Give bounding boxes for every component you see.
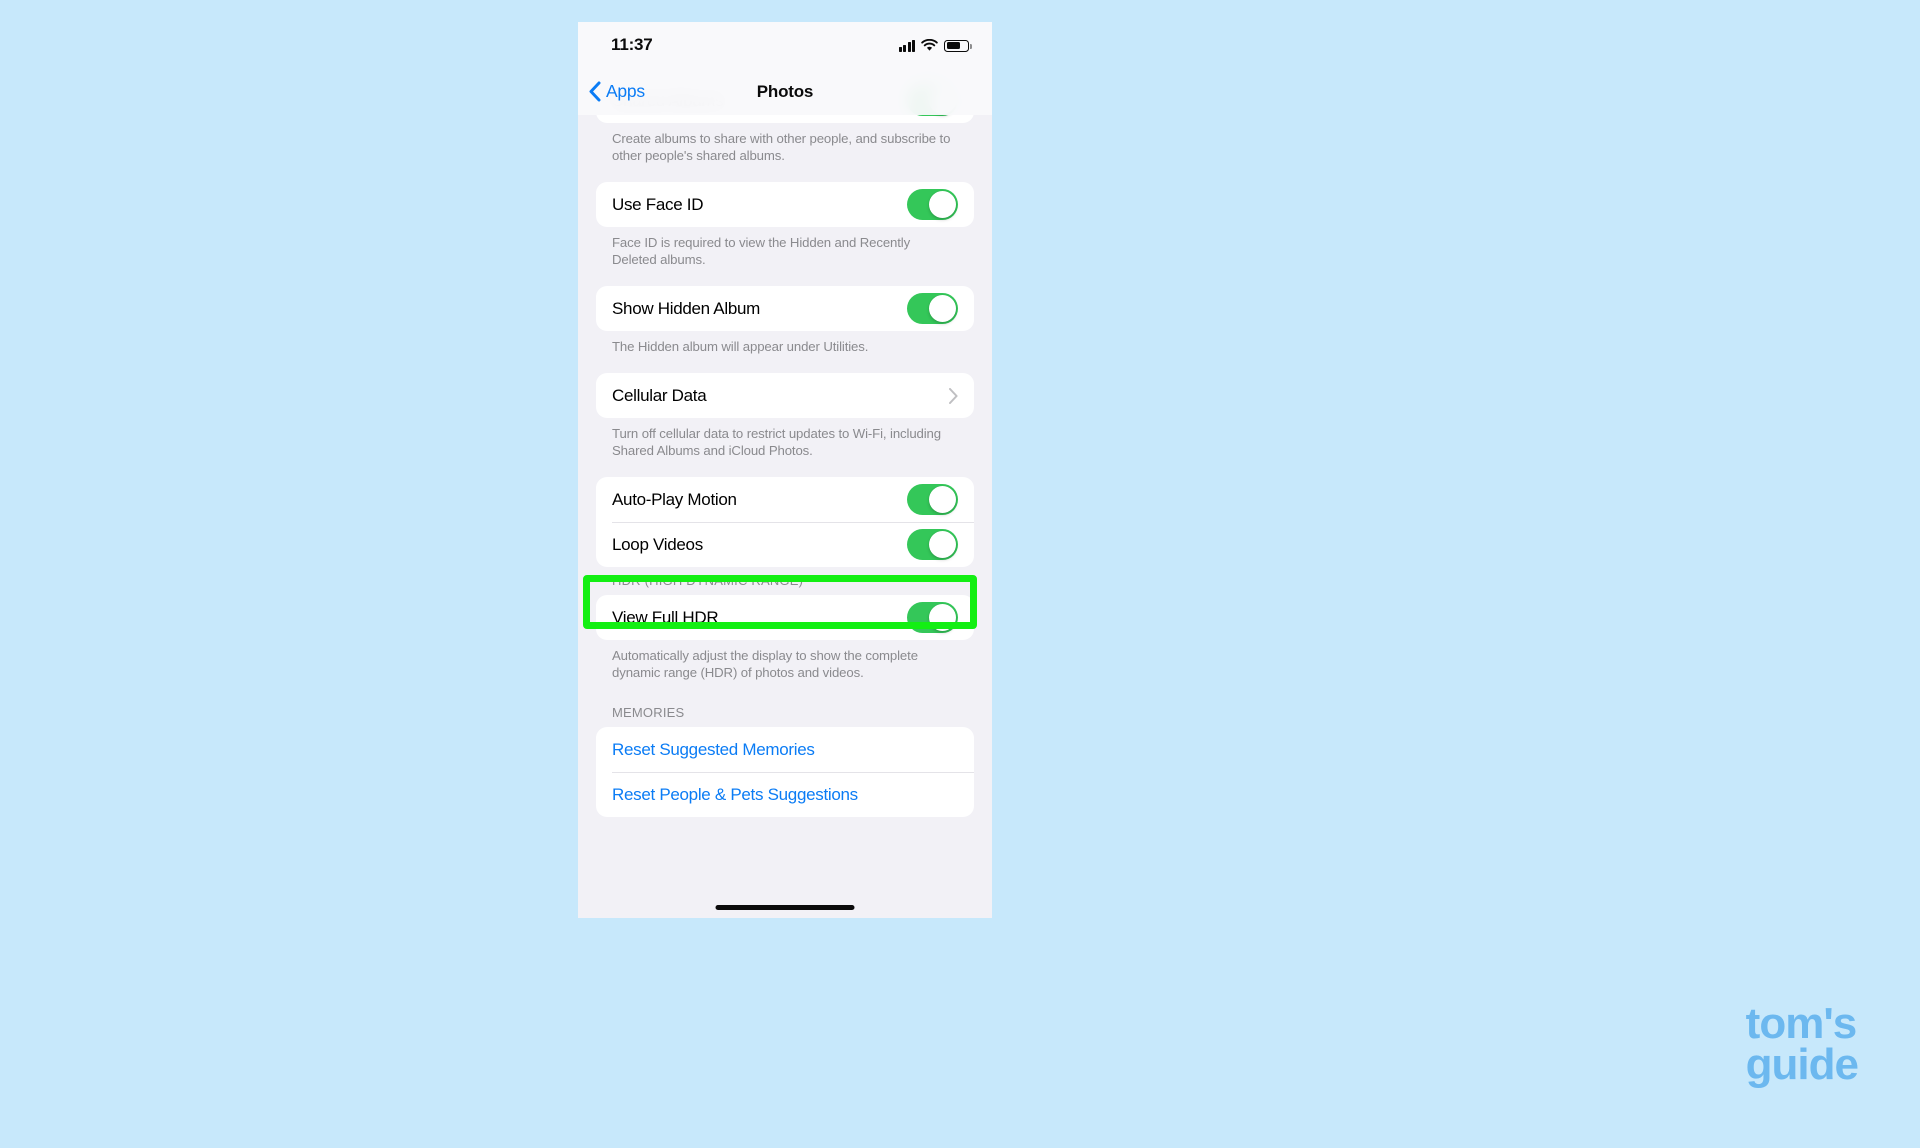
settings-row-cellular-data[interactable]: Cellular Data	[596, 373, 974, 418]
settings-row-show-hidden-album[interactable]: Show Hidden Album	[596, 286, 974, 331]
row-label: Auto-Play Motion	[612, 489, 737, 509]
status-time: 11:37	[611, 35, 653, 54]
settings-group-memories: Reset Suggested Memories Reset People & …	[596, 727, 974, 817]
footnote-face-id: Face ID is required to view the Hidden a…	[612, 235, 911, 267]
toggle-loop-videos[interactable]	[907, 529, 958, 560]
watermark-toms-guide: tom's guide	[1745, 999, 1859, 1090]
nav-bar: Apps Photos	[578, 68, 992, 115]
row-label: View Full HDR	[612, 607, 719, 627]
toggle-knob	[929, 191, 956, 218]
battery-icon	[944, 39, 972, 52]
toggle-view-full-hdr[interactable]	[907, 602, 958, 633]
toggle-show-hidden-album[interactable]	[907, 293, 958, 324]
footnote-cellular-data: Turn off cellular data to restrict updat…	[612, 426, 941, 458]
settings-group-hdr: View Full HDR	[596, 595, 974, 640]
section-header-memories: MEMORIES	[612, 705, 685, 720]
toggle-knob	[929, 604, 956, 631]
settings-group-face-id: Use Face ID	[596, 182, 974, 227]
settings-row-reset-people-pets-suggestions[interactable]: Reset People & Pets Suggestions	[596, 772, 974, 817]
toggle-knob	[929, 486, 956, 513]
settings-group-cellular-data: Cellular Data	[596, 373, 974, 418]
toggle-auto-play-motion[interactable]	[907, 484, 958, 515]
status-icons	[898, 36, 972, 52]
settings-row-reset-suggested-memories[interactable]: Reset Suggested Memories	[596, 727, 974, 772]
settings-scroll-area[interactable]: Shared Albums Create albums to share wit…	[578, 22, 992, 817]
section-header-hdr: HDR (HIGH DYNAMIC RANGE)	[612, 573, 804, 588]
page-title: Photos	[756, 82, 814, 101]
settings-group-hidden-album: Show Hidden Album	[596, 286, 974, 331]
row-label: Reset People & Pets Suggestions	[612, 784, 858, 804]
row-label: Use Face ID	[612, 194, 704, 214]
row-label: Show Hidden Album	[612, 298, 760, 318]
home-indicator	[715, 905, 855, 910]
status-bar: 11:37	[578, 22, 992, 68]
settings-row-view-full-hdr[interactable]: View Full HDR	[596, 595, 974, 640]
row-label: Loop Videos	[612, 534, 703, 554]
toggle-knob	[929, 295, 956, 322]
toggle-knob	[929, 531, 956, 558]
row-label: Reset Suggested Memories	[612, 739, 815, 759]
iphone-screen: Shared Albums Create albums to share wit…	[578, 22, 992, 918]
footnote-shared-albums: Create albums to share with other people…	[612, 131, 951, 163]
watermark-line-1: tom's	[1745, 999, 1858, 1049]
wifi-icon	[921, 39, 938, 51]
chevron-right-icon	[949, 387, 958, 404]
watermark-line-2: guide	[1745, 1040, 1859, 1090]
row-label: Cellular Data	[612, 385, 707, 405]
settings-group-playback: Auto-Play Motion Loop Videos	[596, 477, 974, 567]
cellular-bars-icon	[898, 40, 915, 52]
footnote-hdr: Automatically adjust the display to show…	[612, 648, 918, 680]
settings-row-loop-videos[interactable]: Loop Videos	[596, 522, 974, 567]
footnote-hidden-album: The Hidden album will appear under Utili…	[612, 339, 869, 354]
settings-row-auto-play-motion[interactable]: Auto-Play Motion	[596, 477, 974, 522]
settings-row-use-face-id[interactable]: Use Face ID	[596, 182, 974, 227]
toggle-use-face-id[interactable]	[907, 189, 958, 220]
